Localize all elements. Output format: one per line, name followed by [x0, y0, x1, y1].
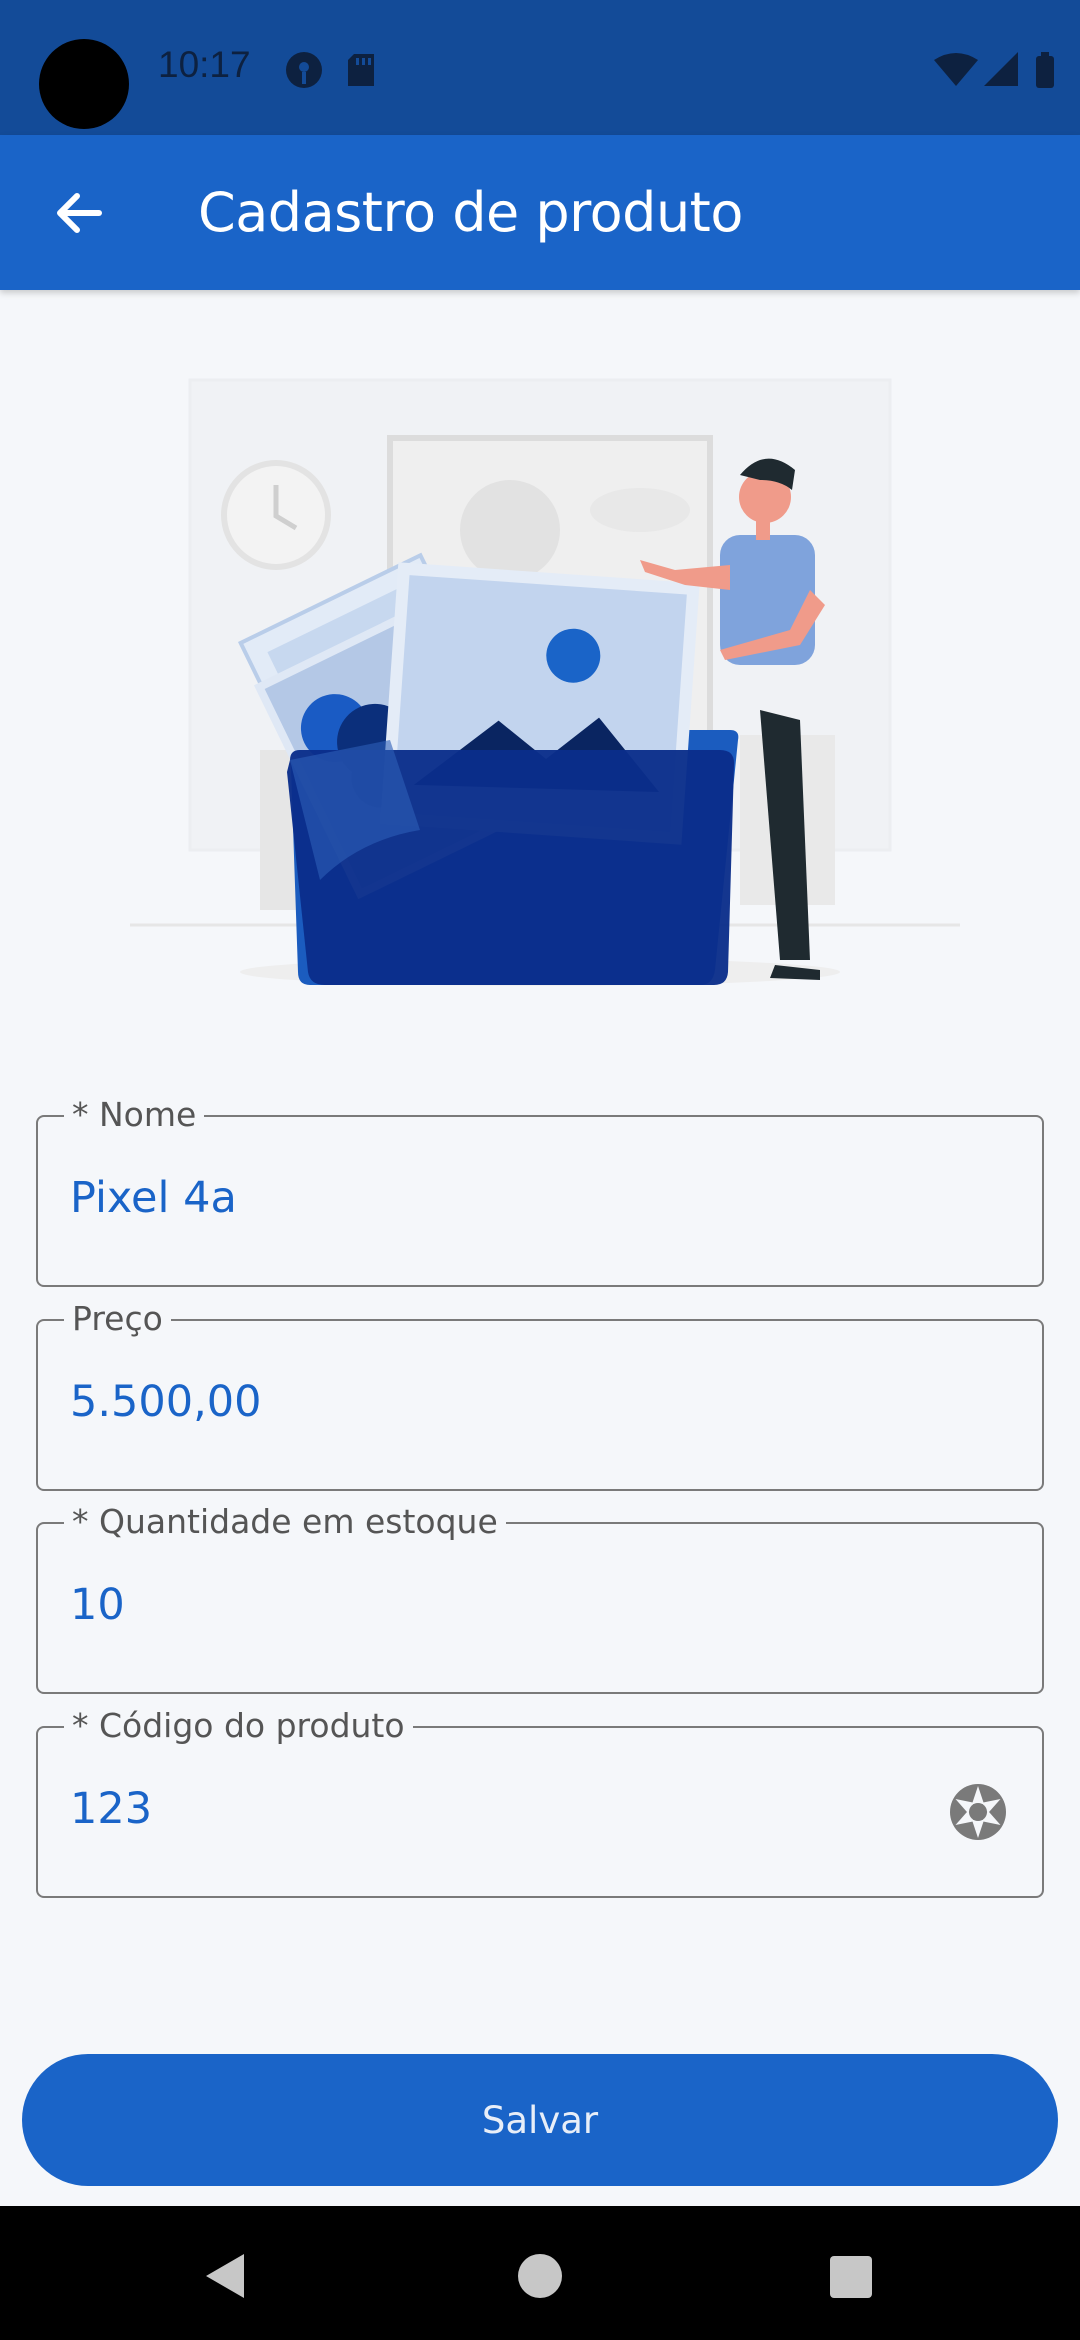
arrow-back-icon: [57, 193, 102, 233]
product-illustration: [120, 360, 960, 1010]
page-title: Cadastro de produto: [198, 181, 743, 244]
battery-icon: [1036, 52, 1054, 88]
price-field[interactable]: Preço 5.500,00: [36, 1299, 1044, 1491]
product-code-field-label: * Código do produto: [64, 1706, 413, 1745]
nav-recents-button[interactable]: [820, 2246, 880, 2306]
stock-quantity-field-value: 10: [70, 1580, 125, 1630]
signal-icon: [984, 52, 1018, 86]
back-button[interactable]: [36, 171, 120, 255]
wifi-icon: [934, 53, 978, 86]
podcast-icon: [286, 52, 322, 88]
recents-square-icon: [830, 2256, 872, 2298]
system-nav-bar: [0, 2206, 1080, 2340]
name-field-label: * Nome: [64, 1095, 205, 1134]
home-circle-icon: [518, 2254, 562, 2298]
app-bar: Cadastro de produto: [0, 135, 1080, 290]
name-field-value: Pixel 4a: [70, 1173, 237, 1223]
stock-quantity-field-label: * Quantidade em estoque: [64, 1502, 506, 1541]
nav-back-button[interactable]: [196, 2246, 256, 2306]
back-triangle-icon: [206, 2254, 244, 2298]
camera-shutter-icon: [950, 1784, 1006, 1840]
camera-cutout: [39, 39, 129, 129]
status-icons-right: [932, 50, 1062, 95]
price-field-label: Preço: [64, 1299, 171, 1338]
status-icons-left: [284, 50, 394, 95]
status-bar: 10:17: [0, 0, 1080, 135]
stock-quantity-field[interactable]: * Quantidade em estoque 10: [36, 1502, 1044, 1694]
sd-card-icon: [348, 54, 374, 86]
name-field[interactable]: * Nome Pixel 4a: [36, 1095, 1044, 1287]
product-code-field-value: 123: [70, 1784, 153, 1834]
nav-home-button[interactable]: [510, 2246, 570, 2306]
save-button[interactable]: Salvar: [22, 2054, 1058, 2186]
status-time: 10:17: [158, 44, 251, 85]
product-code-field[interactable]: * Código do produto 123: [36, 1706, 1044, 1898]
scan-code-button[interactable]: [948, 1782, 1008, 1842]
price-field-value: 5.500,00: [70, 1377, 262, 1427]
